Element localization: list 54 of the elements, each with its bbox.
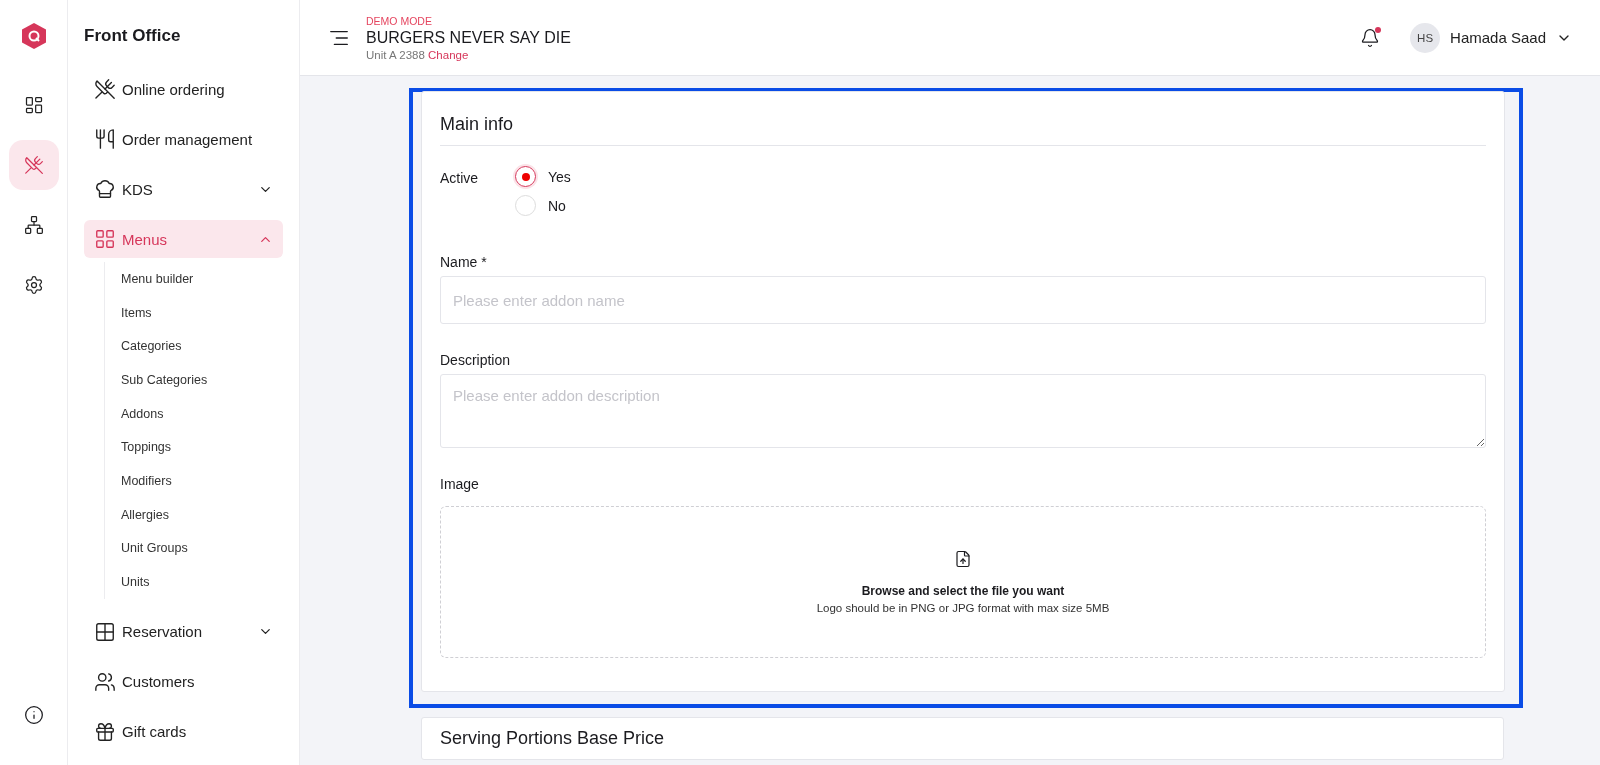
name-input[interactable]: Please enter addon name (440, 276, 1486, 324)
submenu-item[interactable]: Sub Categories (105, 363, 283, 397)
sidebar-item[interactable]: Menus (84, 220, 283, 258)
unit-line: Unit A 2388 Change (366, 48, 470, 61)
business-name: BURGERS NEVER SAY DIE (366, 28, 572, 47)
sidebar-item[interactable]: Online ordering (84, 70, 283, 108)
gift-icon (94, 720, 116, 743)
field-label: Name * (440, 254, 488, 270)
network-icon (23, 215, 44, 235)
submenu-item[interactable]: Modifiers (105, 464, 283, 498)
change-link[interactable]: Change (428, 48, 469, 61)
description-input[interactable]: Please enter addon description (440, 374, 1486, 448)
users-icon (94, 670, 116, 693)
submenu-item[interactable]: Allergies (105, 497, 283, 532)
file-upload-icon (954, 550, 972, 568)
field-label: Image (440, 476, 480, 492)
demo-mode-label: DEMO MODE (366, 14, 433, 27)
section-title: Main info (440, 110, 1486, 146)
section-title: Serving Portions Base Price (440, 728, 666, 749)
sidebar-item[interactable]: KDS (84, 170, 283, 208)
chef-hat-icon (94, 178, 116, 200)
info-icon[interactable] (23, 705, 44, 725)
radio-label: Yes (548, 168, 571, 185)
field-label: Description (440, 352, 512, 368)
dropzone-hint: Logo should be in PNG or JPG format with max size 5MB (816, 602, 1110, 614)
user-menu[interactable]: HS Hamada Saad (1410, 22, 1572, 53)
table-grid-icon (94, 620, 116, 643)
radio-button[interactable] (515, 166, 536, 187)
fork-knife-icon (23, 155, 44, 175)
field-label: Active (440, 169, 480, 188)
file-dropzone[interactable]: Browse and select the file you want Logo should be in PNG or JPG format with max size 5MB (440, 506, 1486, 658)
avatar: HS (1410, 22, 1441, 53)
submenu-item[interactable]: Toppings (105, 430, 283, 465)
sidebar-item[interactable]: Reservation (84, 612, 283, 651)
submenu-item[interactable]: Menu builder (105, 262, 283, 296)
grid-icon (94, 228, 116, 250)
submenu-item[interactable]: Addons (105, 396, 283, 431)
dashboard-icon (23, 95, 44, 115)
settings-icon (23, 275, 44, 295)
dropzone-title: Browse and select the file you want (861, 584, 1065, 598)
submenu-item[interactable]: Unit Groups (105, 531, 283, 566)
sidebar-item[interactable]: Customers (84, 662, 283, 701)
submenu-item[interactable]: Units (105, 565, 283, 599)
fork-knife-icon (94, 78, 116, 100)
notification-icon[interactable] (1360, 27, 1381, 48)
radio-label: No (548, 197, 566, 214)
fork-knife-icon (94, 128, 116, 150)
submenu-item[interactable]: Items (105, 295, 283, 330)
sidebar-item[interactable]: Gift cards (84, 712, 283, 751)
sidebar-item[interactable]: Order management (84, 120, 283, 158)
submenu-item[interactable]: Categories (105, 329, 283, 364)
logo-icon (20, 22, 47, 50)
user-name: Hamada Saad (1450, 29, 1546, 46)
sidebar-title: Front Office (84, 26, 182, 46)
